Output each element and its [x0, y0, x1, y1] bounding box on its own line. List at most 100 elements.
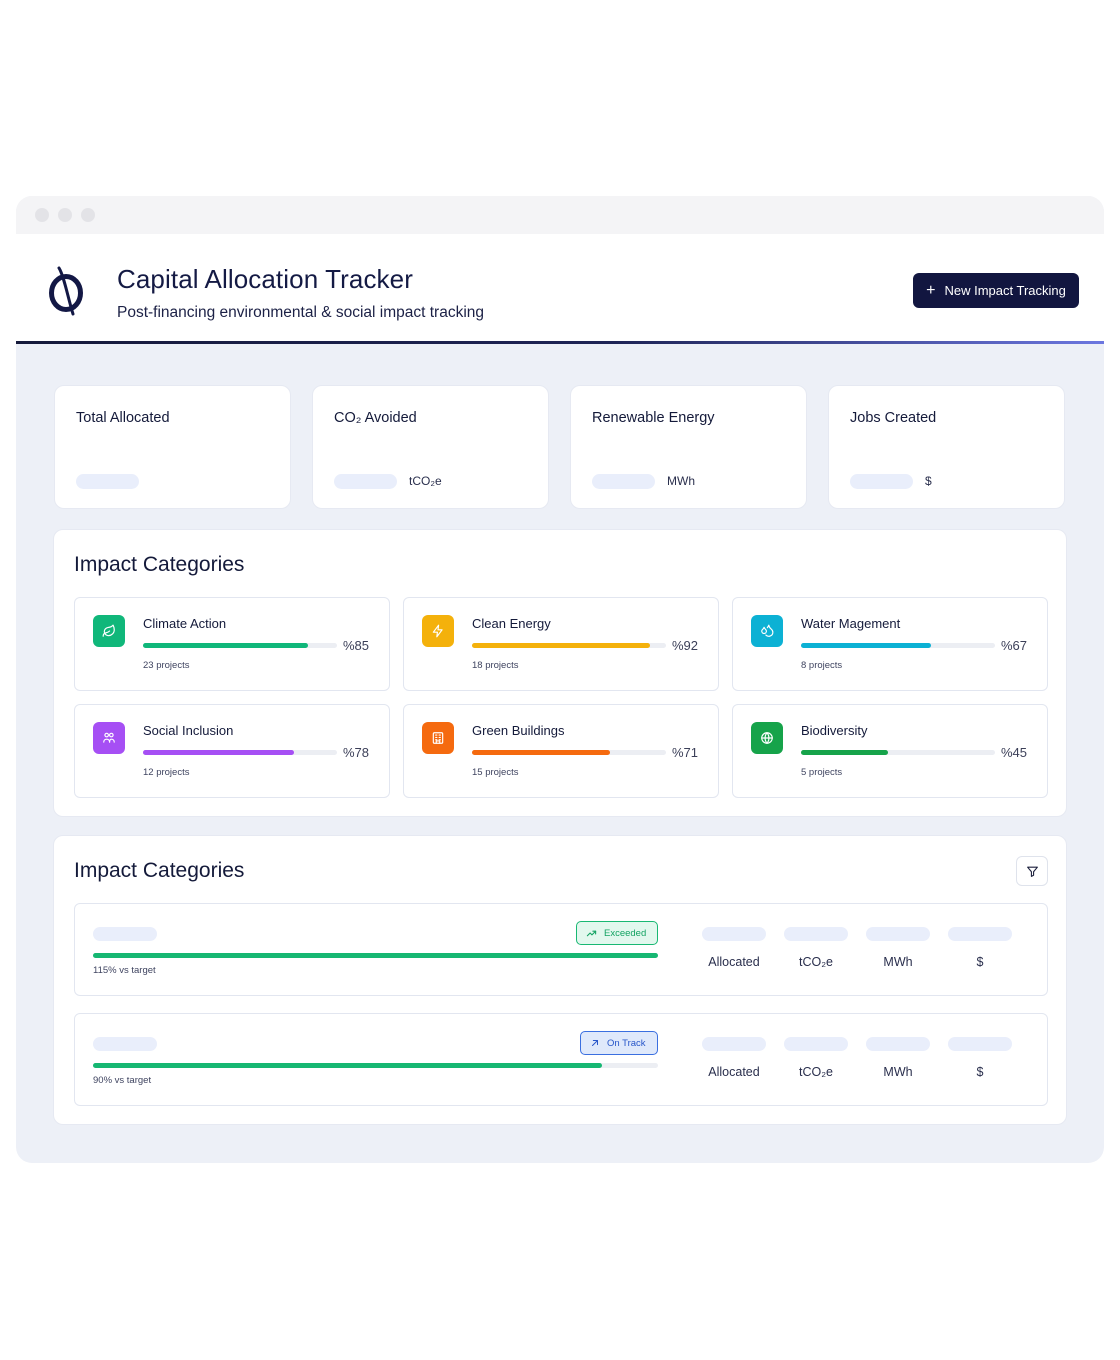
app-window: Capital Allocation Tracker Post-financin…	[16, 196, 1104, 1163]
metric-allocated: Allocated	[702, 1037, 766, 1079]
category-card-climate-action[interactable]: Climate Action %85 23 projects	[74, 597, 390, 691]
category-card-clean-energy[interactable]: Clean Energy %92 18 projects	[403, 597, 719, 691]
kpi-label: Jobs Created	[850, 410, 937, 426]
status-label: Exceeded	[604, 927, 647, 939]
globe-icon	[751, 722, 783, 754]
metric-label: MWh	[883, 955, 913, 969]
kpi-value-placeholder	[850, 474, 913, 489]
arrow-up-right-icon	[592, 1040, 598, 1046]
kpi-label: Total Allocated	[76, 410, 170, 426]
filter-button[interactable]	[1016, 856, 1048, 886]
category-card-water-magement[interactable]: Water Magement %67 8 projects	[732, 597, 1048, 691]
category-progress-track	[801, 643, 995, 648]
category-percent: %78	[342, 745, 369, 760]
new-impact-tracking-button[interactable]: + New Impact Tracking	[913, 273, 1079, 308]
status-badge: Exceeded	[576, 921, 658, 945]
category-name: Climate Action	[143, 616, 227, 631]
kpi-value-placeholder	[76, 474, 139, 489]
lightning-icon	[422, 615, 454, 647]
project-progress-fill	[93, 1063, 602, 1068]
category-progress-track	[472, 643, 666, 648]
impact-categories-card: Impact Categories Climate Action %85 23 …	[53, 529, 1067, 817]
metric-jobs: $	[948, 927, 1012, 969]
metric-label: Allocated	[708, 955, 760, 969]
metric-label: $	[976, 955, 984, 969]
metric-value-placeholder	[948, 927, 1012, 941]
category-card-social-inclusion[interactable]: Social Inclusion %78 12 projects	[74, 704, 390, 798]
project-progress-track	[93, 1063, 658, 1068]
kpi-label: CO₂ Avoided	[334, 410, 417, 426]
project-name-placeholder	[93, 1037, 157, 1051]
category-progress-fill	[472, 643, 651, 648]
kpi-row: Total Allocated CO₂ Avoided tCO₂e Renewa…	[54, 385, 1065, 509]
leaf-icon	[93, 615, 125, 647]
metric-value-placeholder	[866, 927, 930, 941]
metric-value-placeholder	[702, 1037, 766, 1051]
category-percent: %85	[342, 638, 369, 653]
metric-label: MWh	[883, 1065, 913, 1079]
new-impact-tracking-label: New Impact Tracking	[944, 283, 1066, 298]
category-project-count: 18 projects	[472, 660, 519, 671]
category-name: Water Magement	[801, 616, 901, 631]
kpi-card-jobs-created: Jobs Created $	[828, 385, 1065, 509]
page-subtitle: Post-financing environmental & social im…	[117, 304, 485, 321]
project-progress-track	[93, 953, 658, 958]
status-label: On Track	[607, 1037, 646, 1049]
building-icon	[422, 722, 454, 754]
metric-allocated: Allocated	[702, 927, 766, 969]
metric-energy: MWh	[866, 927, 930, 969]
category-card-green-buildings[interactable]: Green Buildings %71 15 projects	[403, 704, 719, 798]
kpi-card-total-allocated: Total Allocated	[54, 385, 291, 509]
category-progress-fill	[143, 750, 295, 755]
category-progress-fill	[801, 750, 889, 755]
metric-jobs: $	[948, 1037, 1012, 1079]
category-progress-fill	[472, 750, 610, 755]
status-badge: On Track	[580, 1031, 658, 1055]
section-title: Impact Categories	[74, 553, 245, 576]
category-progress-fill	[143, 643, 308, 648]
metric-label: tCO₂e	[798, 1065, 834, 1079]
people-icon	[93, 722, 125, 754]
category-project-count: 5 projects	[801, 767, 843, 778]
project-name-placeholder	[93, 927, 157, 941]
category-progress-track	[472, 750, 666, 755]
kpi-unit: $	[925, 474, 932, 488]
category-progress-track	[143, 750, 337, 755]
category-name: Biodiversity	[801, 723, 868, 738]
project-row[interactable]: Exceeded 115% vs target Allocated tCO₂e …	[74, 903, 1048, 996]
metric-co2: tCO₂e	[784, 1037, 848, 1079]
category-name: Clean Energy	[472, 616, 551, 631]
kpi-card-co2-avoided: CO₂ Avoided tCO₂e	[312, 385, 549, 509]
kpi-value-placeholder	[592, 474, 655, 489]
metric-value-placeholder	[702, 927, 766, 941]
category-project-count: 15 projects	[472, 767, 519, 778]
header-divider	[16, 341, 1104, 344]
category-percent: %92	[671, 638, 698, 653]
kpi-value-placeholder	[334, 474, 397, 489]
logo	[49, 266, 83, 316]
metric-value-placeholder	[866, 1037, 930, 1051]
plus-icon: +	[926, 281, 936, 299]
droplet-icon	[751, 615, 783, 647]
filter-icon	[1026, 866, 1038, 877]
window-titlebar	[16, 196, 1104, 234]
metric-value-placeholder	[784, 927, 848, 941]
category-project-count: 12 projects	[143, 767, 190, 778]
app-header: Capital Allocation Tracker Post-financin…	[16, 234, 1104, 344]
category-card-biodiversity[interactable]: Biodiversity %45 5 projects	[732, 704, 1048, 798]
category-grid: Climate Action %85 23 projects Clean Ene…	[74, 597, 1048, 798]
project-progress-fill	[93, 953, 658, 958]
metric-energy: MWh	[866, 1037, 930, 1079]
kpi-unit: tCO₂e	[409, 474, 442, 488]
window-minimize-dot[interactable]	[58, 208, 72, 222]
project-row[interactable]: On Track 90% vs target Allocated tCO₂e M…	[74, 1013, 1048, 1106]
category-progress-fill	[801, 643, 931, 648]
category-percent: %45	[1000, 745, 1027, 760]
metric-label: Allocated	[708, 1065, 760, 1079]
window-maximize-dot[interactable]	[81, 208, 95, 222]
category-percent: %71	[671, 745, 698, 760]
window-close-dot[interactable]	[35, 208, 49, 222]
kpi-card-renewable-energy: Renewable Energy MWh	[570, 385, 807, 509]
impact-projects-card: Impact Categories Exceeded 115% vs targe…	[53, 835, 1067, 1125]
category-project-count: 8 projects	[801, 660, 843, 671]
